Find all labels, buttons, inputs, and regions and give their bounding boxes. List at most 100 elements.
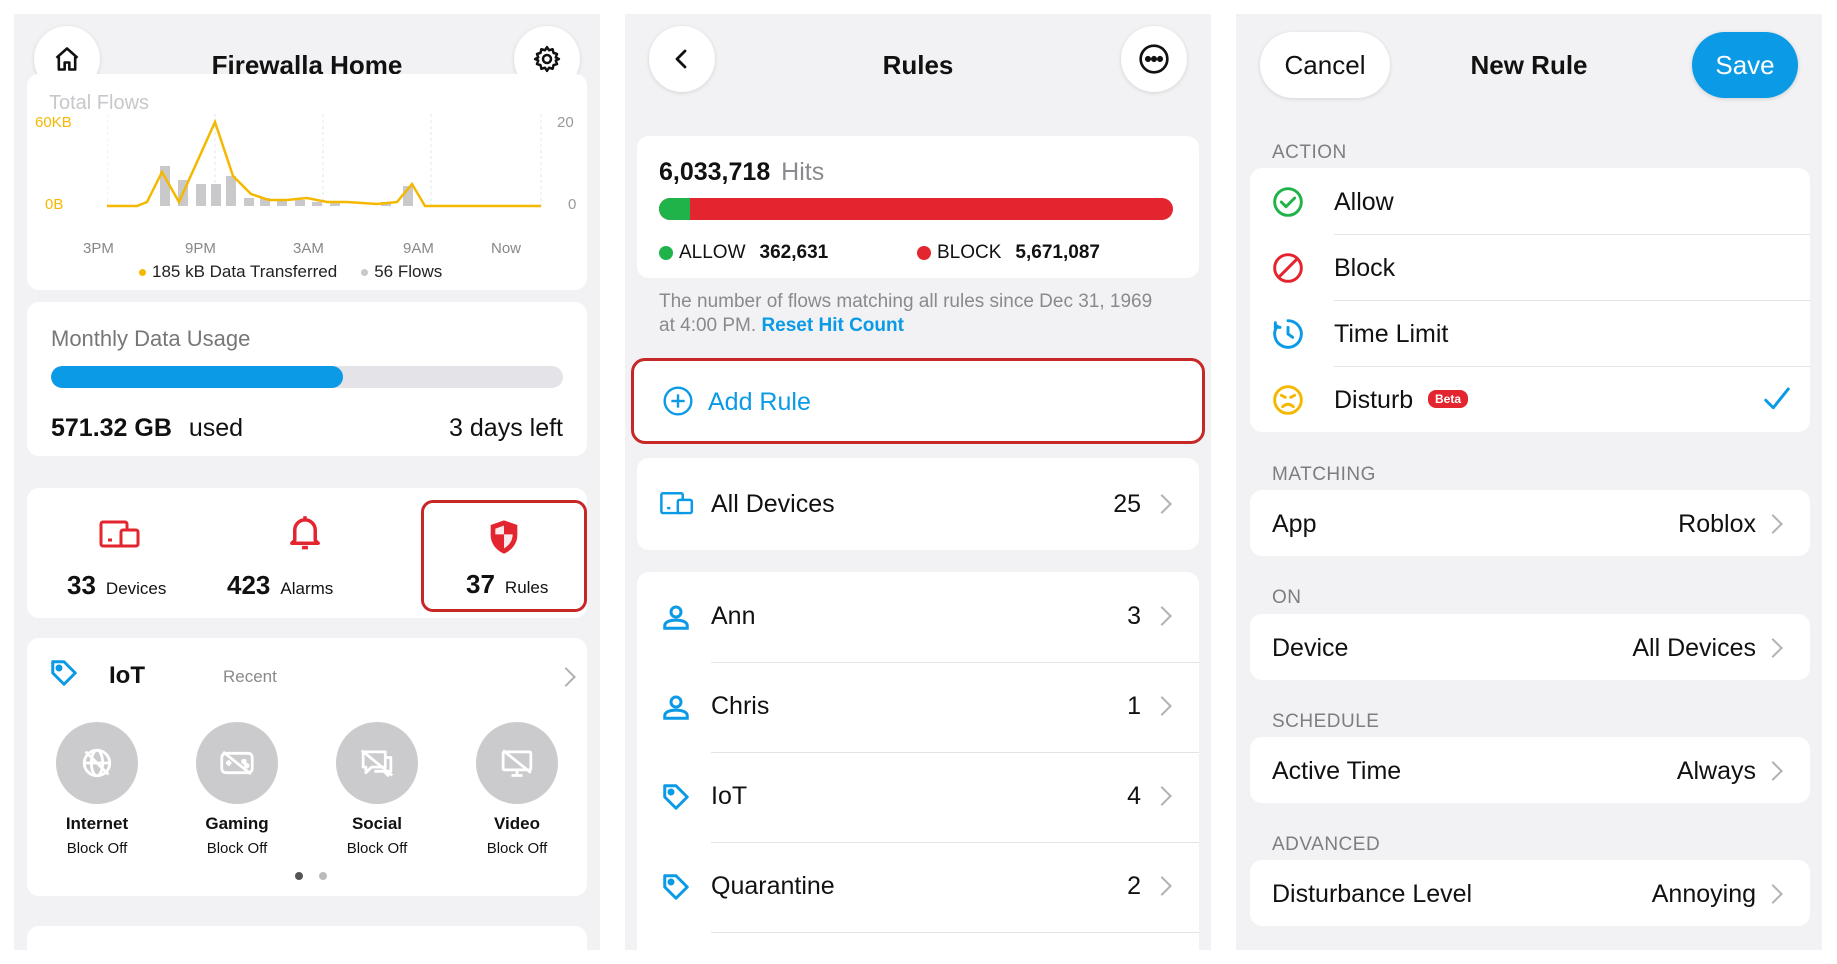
alarms-stat[interactable]: 423 Alarms [213,488,399,618]
x-tick: 9PM [185,240,216,257]
alarms-label: Alarms [280,579,334,598]
shield-icon [490,520,518,554]
time-limit-icon [1273,319,1303,349]
allow-dot [659,246,673,260]
disturbance-level-row[interactable]: Disturbance Level Annoying [1250,860,1810,926]
chevron-right-icon [1152,696,1172,716]
x-tick: 3PM [83,240,114,257]
x-tick: Now [491,240,522,257]
action-list: Allow Block Time Limit Disturb Beta [1250,168,1810,432]
firewalla-home-screen: Firewalla Home Total Flows 60KB 0B 20 0 [14,14,600,950]
gaming-icon-circle [196,722,278,804]
iot-recent-label: Recent [223,667,277,686]
disturb-face-icon [1273,385,1303,415]
hits-count: 6,033,718 [659,158,771,186]
group-row-quarantine[interactable]: Quarantine 2 [637,842,1199,932]
allow-label: ALLOW [679,242,746,263]
device-row[interactable]: Device All Devices [1250,614,1810,680]
group-row-chris[interactable]: Chris 1 [637,662,1199,752]
group-row-iot[interactable]: IoT 4 [637,752,1199,842]
iot-video-toggle[interactable]: Video Block Off [457,722,577,857]
days-left: 3 days left [449,414,563,442]
video-icon-circle [476,722,558,804]
iot-internet-toggle[interactable]: Internet Block Off [37,722,157,857]
usage-amount: 571.32 GB [51,414,172,442]
monthly-data-usage-card[interactable]: Monthly Data Usage 571.32 GB used 3 days… [27,302,587,456]
action-label: Allow [1334,188,1394,216]
usage-progress-track [51,366,563,388]
page-dots[interactable] [295,872,327,880]
allow-check-icon [1273,187,1303,217]
person-icon [663,605,689,630]
action-block-row[interactable]: Block [1250,234,1810,300]
legend-dot-flows [361,268,369,276]
block-label: BLOCK [937,242,1002,263]
iot-gaming-toggle[interactable]: Gaming Block Off [177,722,297,857]
group-count: 1 [1127,692,1141,720]
action-time-limit-row[interactable]: Time Limit [1250,300,1810,366]
gamepad-icon [220,750,254,776]
chevron-right-icon [1763,638,1783,658]
legend-dot-data [139,268,146,276]
total-flows-card[interactable]: Total Flows 60KB 0B 20 0 3PM 9PM 3AM 9AM… [27,74,587,290]
iot-group-card[interactable]: IoT Recent Internet Block Off Gaming Blo… [27,638,587,896]
group-count: 3 [1127,602,1141,630]
app-row[interactable]: App Roblox [1250,490,1810,556]
on-section-header: ON [1272,587,1302,608]
bell-icon [290,516,320,550]
flow-bar [312,202,322,206]
action-label: Time Limit [1334,320,1449,348]
save-button[interactable]: Save [1692,32,1798,98]
action-disturb-row[interactable]: Disturb Beta [1250,366,1810,432]
iot-title: IoT [109,662,145,689]
block-legend: BLOCK 5,671,087 [917,242,1100,264]
flow-bar [295,200,305,206]
action-allow-row[interactable]: Allow [1250,168,1810,234]
page-dot [319,872,327,880]
reset-hit-count-link[interactable]: Reset Hit Count [761,315,904,336]
action-section-header: ACTION [1272,142,1347,163]
add-rule-label: Add Rule [708,388,811,416]
legend-data-transferred: 185 kB Data Transferred [152,262,338,281]
x-axis-ticks: 3PM 9PM 3AM 9AM Now [83,240,521,260]
block-value: 5,671,087 [1015,242,1100,263]
iot-social-toggle[interactable]: Social Block Off [317,722,437,857]
internet-icon-circle [56,722,138,804]
active-time-row[interactable]: Active Time Always [1250,737,1810,803]
device-value: All Devices [1632,634,1756,662]
video-screen-icon [501,749,533,777]
device-label: Device [1272,634,1349,662]
tag-icon [663,874,689,900]
group-label: Quarantine [711,872,835,900]
schedule-section-header: SCHEDULE [1272,711,1380,732]
block-dot [917,246,931,260]
chevron-right-icon [1763,761,1783,781]
devices-count: 33 [67,570,96,600]
devices-stat[interactable]: 33 Devices [27,488,213,618]
add-rule-button[interactable]: Add Rule [631,358,1205,444]
group-label: Chris [711,692,770,720]
active-time-value: Always [1676,757,1756,785]
allow-ratio-fill [659,198,690,220]
more-options-button[interactable] [1121,26,1187,92]
action-label: Block [1334,254,1396,282]
allow-legend: ALLOW 362,631 [659,242,828,264]
data-transfer-line [107,118,541,208]
beta-badge-label: Beta [1435,392,1462,406]
social-status: Block Off [346,840,408,857]
video-status: Block Off [486,840,548,857]
rules-screen: Rules 6,033,718 Hits ALLOW 362,631 BLOCK… [625,14,1211,950]
video-label: Video [494,814,540,833]
gaming-status: Block Off [206,840,268,857]
advanced-section-header: ADVANCED [1272,834,1381,855]
all-devices-row[interactable]: All Devices 25 [637,458,1199,550]
usage-label: Monthly Data Usage [51,326,251,351]
chevron-right-icon [1763,884,1783,904]
social-chat-icon [360,749,394,777]
alarms-count: 423 [227,570,271,600]
flow-bar [244,198,254,206]
rules-stat[interactable]: 37 Rules [421,500,587,612]
chevron-right-icon [1152,606,1172,626]
group-row-ann[interactable]: Ann 3 [637,572,1199,662]
all-devices-label: All Devices [711,490,835,518]
